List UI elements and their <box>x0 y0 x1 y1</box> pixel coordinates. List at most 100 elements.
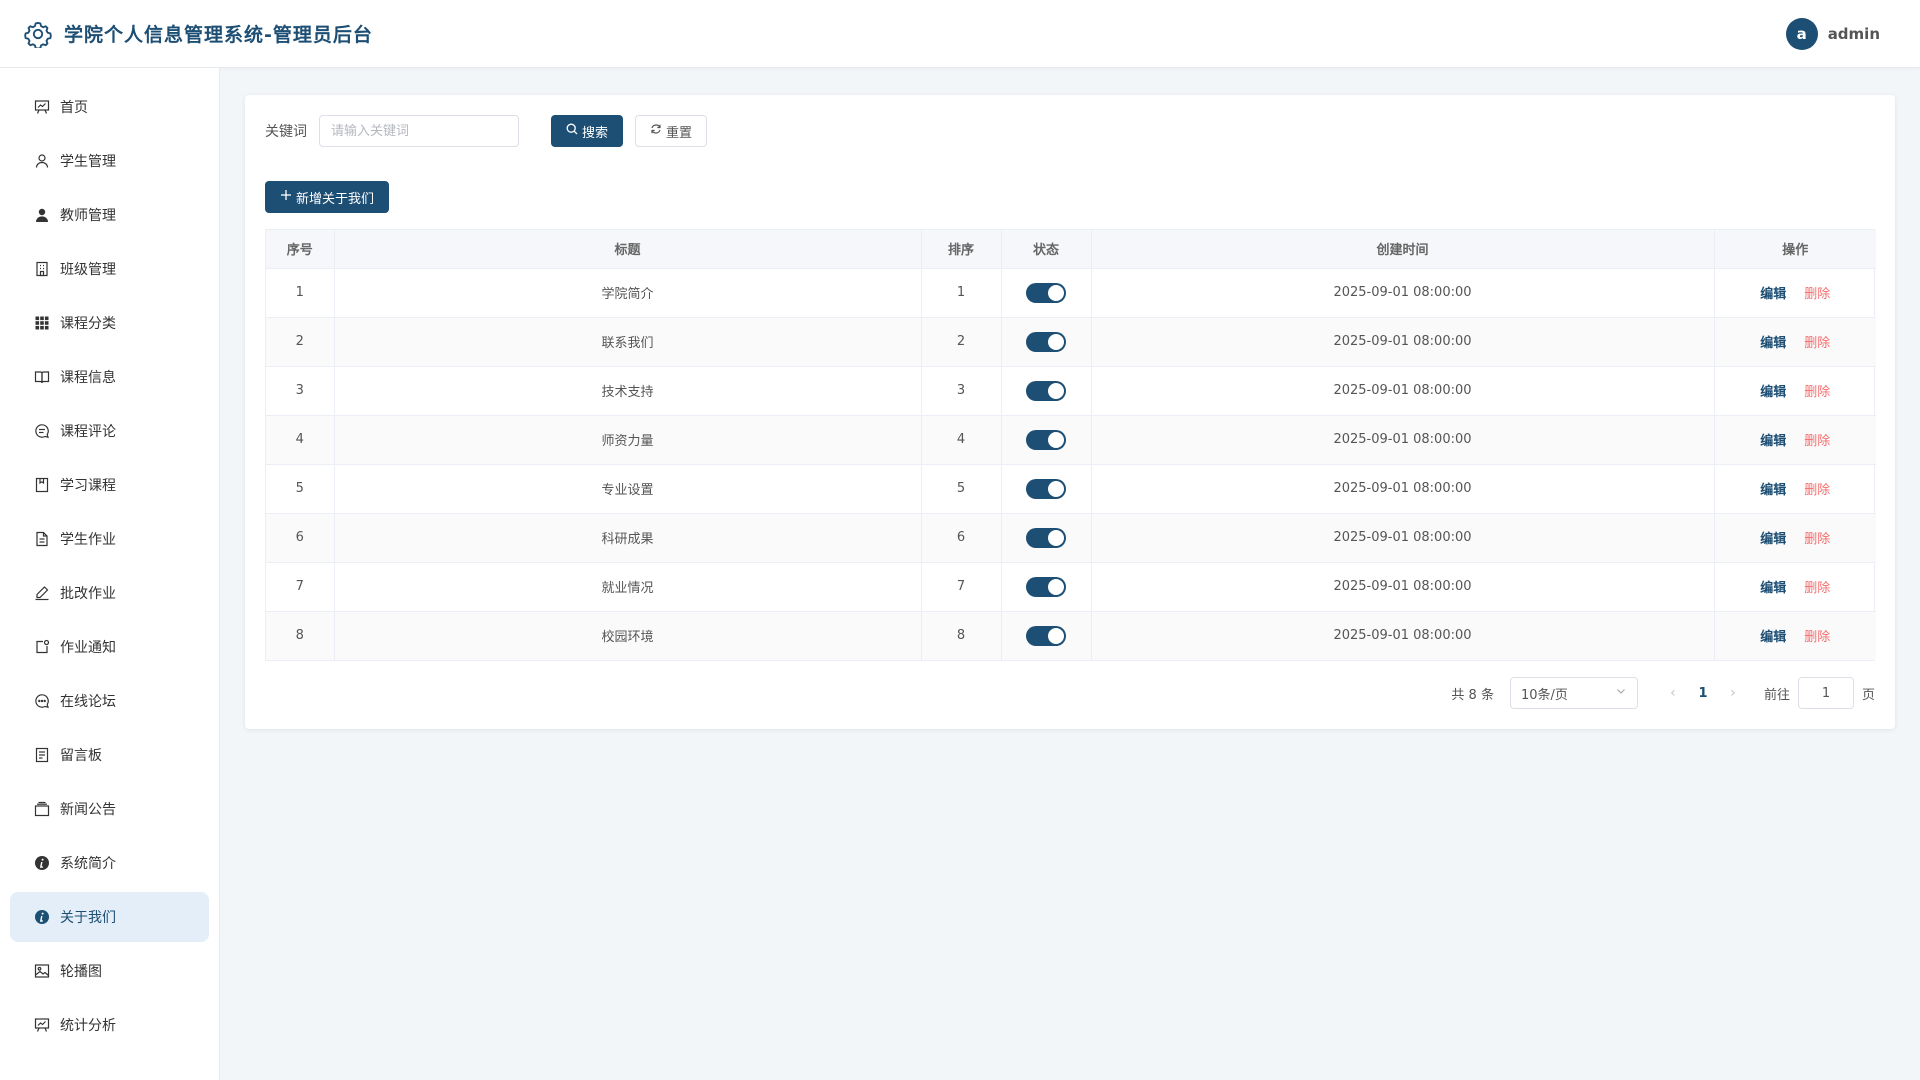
sidebar-item-16[interactable]: 关于我们 <box>10 892 209 942</box>
status-toggle[interactable] <box>1026 527 1066 548</box>
top-header: 学院个人信息管理系统-管理员后台 a admin <box>0 0 1920 68</box>
add-about-button[interactable]: 新增关于我们 <box>265 181 390 213</box>
sidebar-item-18[interactable]: 统计分析 <box>10 1000 209 1050</box>
sidebar-item-6[interactable]: 课程信息 <box>10 352 209 402</box>
edit-button[interactable]: 编辑 <box>1760 581 1786 596</box>
add-button-label: 新增关于我们 <box>296 191 375 207</box>
page-size-select[interactable]: 10条/页 <box>1509 677 1638 709</box>
table-row: 6 科研成果 6 2025-09-01 08:00:00 编辑 删除 <box>266 513 1876 563</box>
edit-pen-icon <box>34 585 50 601</box>
edit-button[interactable]: 编辑 <box>1760 385 1786 400</box>
chat-dots-icon <box>34 693 50 709</box>
sidebar-item-14[interactable]: 新闻公告 <box>10 784 209 834</box>
content-card: 关键词 搜索 重置 新增关于我们 序号 <box>245 95 1895 729</box>
memo-icon <box>34 747 50 763</box>
delete-button[interactable]: 删除 <box>1804 483 1830 498</box>
row-index: 1 <box>266 268 335 318</box>
sidebar-item-4[interactable]: 班级管理 <box>10 244 209 294</box>
sidebar-item-label: 作业通知 <box>60 640 116 656</box>
goto-label: 前往 <box>1763 687 1790 703</box>
row-status-cell <box>1001 562 1092 612</box>
edit-button[interactable]: 编辑 <box>1760 532 1786 547</box>
delete-button[interactable]: 删除 <box>1804 630 1830 645</box>
delete-button[interactable]: 删除 <box>1804 336 1830 351</box>
table-header-row: 序号 标题 排序 状态 创建时间 操作 <box>266 230 1876 269</box>
status-toggle[interactable] <box>1026 380 1066 401</box>
row-created-time: 2025-09-01 08:00:00 <box>1091 415 1715 465</box>
refresh-icon <box>650 123 662 139</box>
row-actions: 编辑 删除 <box>1714 415 1876 465</box>
search-button[interactable]: 搜索 <box>551 115 624 147</box>
row-created-time: 2025-09-01 08:00:00 <box>1091 562 1715 612</box>
edit-button[interactable]: 编辑 <box>1760 483 1786 498</box>
toggle-knob <box>1048 627 1064 644</box>
delete-button[interactable]: 删除 <box>1804 434 1830 449</box>
sidebar-item-17[interactable]: 轮播图 <box>10 946 209 996</box>
sidebar-item-10[interactable]: 批改作业 <box>10 568 209 618</box>
status-toggle[interactable] <box>1026 331 1066 352</box>
row-actions: 编辑 删除 <box>1714 562 1876 612</box>
keyword-input[interactable] <box>319 115 519 147</box>
toggle-knob <box>1048 284 1064 301</box>
sidebar-item-9[interactable]: 学生作业 <box>10 514 209 564</box>
sidebar-item-3[interactable]: 教师管理 <box>10 190 209 240</box>
prev-page-button[interactable]: ‹ <box>1658 685 1688 701</box>
table-row: 5 专业设置 5 2025-09-01 08:00:00 编辑 删除 <box>266 464 1876 514</box>
sidebar-item-label: 新闻公告 <box>60 802 116 818</box>
delete-button[interactable]: 删除 <box>1804 385 1830 400</box>
dashboard-icon <box>34 99 50 115</box>
column-header-sort: 排序 <box>921 230 1002 269</box>
table-row: 4 师资力量 4 2025-09-01 08:00:00 编辑 删除 <box>266 415 1876 465</box>
status-toggle[interactable] <box>1026 429 1066 450</box>
sidebar-item-12[interactable]: 在线论坛 <box>10 676 209 726</box>
row-title: 校园环境 <box>334 611 922 660</box>
next-page-button[interactable]: › <box>1718 685 1748 701</box>
status-toggle[interactable] <box>1026 282 1066 303</box>
status-toggle[interactable] <box>1026 576 1066 597</box>
search-icon <box>566 123 578 139</box>
row-status-cell <box>1001 611 1092 660</box>
sidebar-item-13[interactable]: 留言板 <box>10 730 209 780</box>
status-toggle[interactable] <box>1026 625 1066 646</box>
delete-button[interactable]: 删除 <box>1804 287 1830 302</box>
info-filled-icon <box>34 855 50 871</box>
reset-button-label: 重置 <box>666 125 693 141</box>
search-button-label: 搜索 <box>582 125 609 141</box>
sidebar-item-5[interactable]: 课程分类 <box>10 298 209 348</box>
toggle-knob <box>1048 382 1064 399</box>
user-outline-icon <box>34 153 50 169</box>
delete-button[interactable]: 删除 <box>1804 581 1830 596</box>
avatar[interactable]: a <box>1785 18 1818 50</box>
edit-button[interactable]: 编辑 <box>1760 434 1786 449</box>
username[interactable]: admin <box>1828 25 1880 43</box>
row-sort: 4 <box>921 415 1002 465</box>
delete-button[interactable]: 删除 <box>1804 532 1830 547</box>
table-row: 8 校园环境 8 2025-09-01 08:00:00 编辑 删除 <box>266 611 1876 660</box>
gear-icon <box>24 20 52 50</box>
edit-button[interactable]: 编辑 <box>1760 287 1786 302</box>
row-status-cell <box>1001 317 1092 367</box>
app-title: 学院个人信息管理系统-管理员后台 <box>64 24 373 46</box>
sidebar-item-label: 学生作业 <box>60 532 116 548</box>
sidebar-item-7[interactable]: 课程评论 <box>10 406 209 456</box>
reset-button[interactable]: 重置 <box>635 115 708 147</box>
row-status-cell <box>1001 268 1092 318</box>
page-number[interactable]: 1 <box>1688 686 1718 701</box>
goto-page-input[interactable] <box>1797 677 1854 709</box>
edit-button[interactable]: 编辑 <box>1760 336 1786 351</box>
sidebar-item-2[interactable]: 学生管理 <box>10 136 209 186</box>
row-title: 学院简介 <box>334 268 922 318</box>
building-icon <box>34 261 50 277</box>
sidebar-item-15[interactable]: 系统简介 <box>10 838 209 888</box>
row-actions: 编辑 删除 <box>1714 464 1876 514</box>
status-toggle[interactable] <box>1026 478 1066 499</box>
book-icon <box>34 369 50 385</box>
sidebar-item-label: 留言板 <box>60 748 102 764</box>
edit-button[interactable]: 编辑 <box>1760 630 1786 645</box>
row-index: 4 <box>266 415 335 465</box>
user-menu[interactable]: a admin <box>1785 18 1880 50</box>
sidebar-item-1[interactable]: 首页 <box>10 82 209 132</box>
row-status-cell <box>1001 464 1092 514</box>
sidebar-item-11[interactable]: 作业通知 <box>10 622 209 672</box>
sidebar-item-8[interactable]: 学习课程 <box>10 460 209 510</box>
